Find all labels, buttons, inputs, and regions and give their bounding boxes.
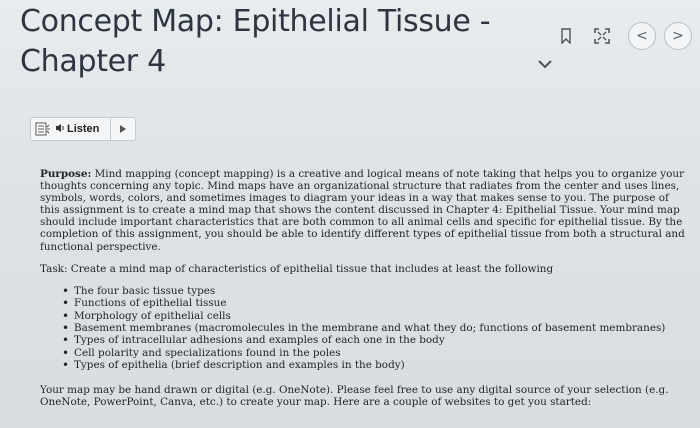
list-item: Morphology of epithelial cells — [62, 310, 688, 323]
list-item: Types of intracellular adhesions and exa… — [62, 334, 688, 347]
speaker-icon — [55, 123, 65, 136]
document-icon — [33, 118, 55, 140]
list-item: The four basic tissue types — [62, 285, 688, 298]
chevron-down-icon[interactable] — [538, 54, 552, 73]
next-button[interactable]: > — [664, 22, 692, 50]
list-item: Types of epithelia (brief description an… — [62, 359, 688, 372]
list-item: Basement membranes (macromolecules in th… — [62, 322, 688, 335]
top-toolbar: < > — [560, 22, 692, 50]
page-title-line-1: Concept Map: Epithelial Tissue - — [20, 4, 491, 39]
page-title-line-2: Chapter 4 — [20, 44, 166, 79]
purpose-text: Mind mapping (concept mapping) is a crea… — [40, 168, 685, 253]
listen-label: Listen — [67, 123, 100, 135]
requirements-list: The four basic tissue types Functions of… — [40, 285, 688, 372]
chevron-right-icon: > — [672, 28, 684, 44]
closing-paragraph: Your map may be hand drawn or digital (e… — [40, 383, 669, 408]
listen-button[interactable]: Listen — [30, 117, 136, 141]
play-icon — [120, 125, 126, 133]
bookmark-icon[interactable] — [560, 28, 572, 44]
fullscreen-icon[interactable] — [594, 28, 610, 44]
chevron-left-icon: < — [636, 28, 648, 44]
previous-button[interactable]: < — [628, 22, 656, 50]
purpose-label: Purpose: — [40, 168, 92, 180]
purpose-paragraph: Purpose: Mind mapping (concept mapping) … — [40, 168, 688, 253]
assignment-content: Purpose: Mind mapping (concept mapping) … — [40, 168, 688, 408]
list-item: Cell polarity and specializations found … — [62, 347, 688, 360]
list-item: Functions of epithelial tissue — [62, 297, 688, 310]
play-button[interactable] — [110, 118, 135, 140]
page-title: Concept Map: Epithelial Tissue - Chapter… — [20, 2, 540, 82]
task-text: Task: Create a mind map of characteristi… — [40, 262, 554, 275]
